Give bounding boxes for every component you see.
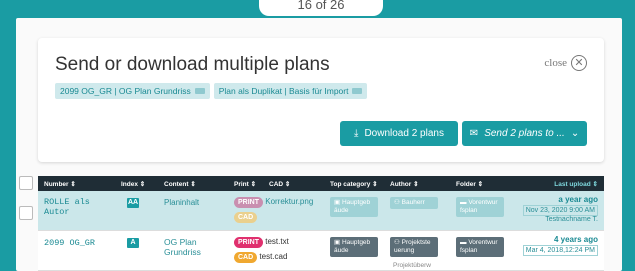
plan-number: ROLLE als Autor <box>44 197 90 217</box>
cad-badge: CAD <box>234 212 258 223</box>
author-chip: ⚇ Bauherr <box>390 197 438 209</box>
cad-file-name[interactable]: test.cad <box>259 252 287 261</box>
last-upload: a year ago Nov 23, 2020 9:00 AM Testnach… <box>522 195 598 223</box>
mail-icon: ✉ <box>469 128 479 139</box>
download-label: Download 2 plans <box>364 128 444 139</box>
selected-plan-tag: 2099 OG_GR | OG Plan Grundriss <box>55 83 210 99</box>
table-header: Number ⇕ Index ⇕ Content ⇕ Print ⇕ CAD ⇕… <box>38 176 604 191</box>
folder-icon: ▬ <box>460 199 467 206</box>
print-file[interactable]: PRINT Korrektur.png <box>234 197 313 208</box>
column-header-author[interactable]: Author ⇕ <box>390 180 419 188</box>
side-panel-toggle[interactable] <box>0 258 14 271</box>
building-icon: ▣ <box>334 199 341 206</box>
plan-content: Planinhalt <box>164 198 200 207</box>
user-icon: ⚇ <box>394 199 400 206</box>
tag-remove-icon[interactable] <box>352 88 363 94</box>
print-file[interactable]: PRINT test.txt <box>234 237 289 248</box>
last-upload: 4 years ago Mar 4, 2018,12:24 PM <box>522 235 598 256</box>
chevron-down-icon: ⌄ <box>570 128 580 139</box>
index-badge: A <box>127 238 139 248</box>
tag-label: 2099 OG_GR | OG Plan Grundriss <box>60 86 191 96</box>
index-badge: AA <box>127 198 139 208</box>
cad-file[interactable]: CAD test.cad <box>234 252 287 263</box>
close-label: close <box>544 57 567 69</box>
plans-table: Number ⇕ Index ⇕ Content ⇕ Print ⇕ CAD ⇕… <box>38 176 604 271</box>
cad-badge: CAD <box>234 252 258 263</box>
select-all-checkbox[interactable] <box>19 176 33 190</box>
column-header-last-upload[interactable]: Last upload ⇕ <box>554 180 598 188</box>
close-button[interactable]: close ✕ <box>544 55 587 71</box>
author-extra: Projektüberw <box>393 262 431 269</box>
building-icon: ▣ <box>334 239 341 246</box>
plan-content: OG Plan Grundriss <box>164 237 201 257</box>
send-download-modal: Send or download multiple plans close ✕ … <box>38 38 604 162</box>
column-header-content[interactable]: Content ⇕ <box>164 180 196 188</box>
cad-file[interactable]: CAD <box>234 212 258 223</box>
tag-remove-icon[interactable] <box>194 88 205 94</box>
modal-title: Send or download multiple plans <box>55 54 330 75</box>
user-icon: ⚇ <box>394 239 400 246</box>
upload-date: Nov 23, 2020 9:00 AM <box>522 205 598 216</box>
author-chip: ⚇ Projektste uerung <box>390 237 438 257</box>
folder-icon: ▬ <box>460 239 467 246</box>
send-label: Send 2 plans to ... <box>484 128 565 139</box>
download-plans-button[interactable]: ⤓ Download 2 plans <box>340 121 458 146</box>
column-header-print[interactable]: Print ⇕ <box>234 180 256 188</box>
folder-chip: ▬ Vorentwur fsplan <box>456 237 504 257</box>
column-header-index[interactable]: Index ⇕ <box>121 180 145 188</box>
upload-relative: a year ago <box>558 195 598 204</box>
column-header-top-category[interactable]: Top category ⇕ <box>330 180 378 188</box>
plan-number: 2099 OG_GR <box>44 238 96 248</box>
table-row[interactable]: 2099 OG_GR A OG Plan Grundriss PRINT tes… <box>38 231 604 271</box>
upload-relative: 4 years ago <box>553 235 598 244</box>
pagination-text: 16 of 26 <box>297 0 345 12</box>
tag-label: Plan als Duplikat | Basis für Import <box>218 86 349 96</box>
column-header-cad[interactable]: CAD ⇕ <box>269 180 290 188</box>
print-file-name[interactable]: test.txt <box>265 237 289 246</box>
upload-user: Testnachname T. <box>545 216 598 223</box>
top-category-chip: ▣ Hauptgeb äude <box>330 197 378 217</box>
folder-chip: ▬ Vorentwur fsplan <box>456 197 504 217</box>
selected-plan-tag: Plan als Duplikat | Basis für Import <box>213 83 368 99</box>
send-plans-button[interactable]: ✉ Send 2 plans to ... ⌄ <box>462 121 587 146</box>
print-badge: PRINT <box>234 197 263 208</box>
row-checkbox[interactable] <box>19 206 33 220</box>
print-badge: PRINT <box>234 237 263 248</box>
close-icon[interactable]: ✕ <box>571 55 587 71</box>
top-category-chip: ▣ Hauptgeb äude <box>330 237 378 257</box>
column-header-folder[interactable]: Folder ⇕ <box>456 180 483 188</box>
upload-date: Mar 4, 2018,12:24 PM <box>522 245 598 256</box>
download-icon: ⤓ <box>354 128 359 139</box>
table-row[interactable]: ROLLE als Autor AA Planinhalt PRINT Korr… <box>38 191 604 231</box>
print-file-name[interactable]: Korrektur.png <box>265 197 313 206</box>
selected-plans-tags: 2099 OG_GR | OG Plan Grundriss Plan als … <box>55 83 368 99</box>
column-header-number[interactable]: Number ⇕ <box>44 180 76 188</box>
pagination-indicator: 16 of 26 <box>259 0 383 16</box>
